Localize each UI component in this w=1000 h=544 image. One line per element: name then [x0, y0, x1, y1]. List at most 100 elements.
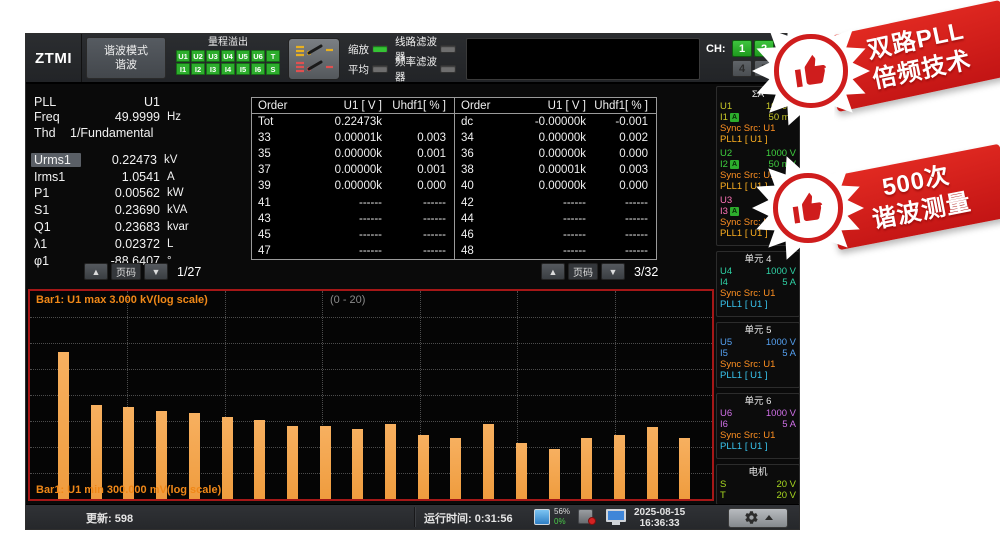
table-page-down-button[interactable]: ▼: [601, 263, 625, 280]
measurement-value: 0.00562: [84, 186, 160, 200]
table-cell: Tot: [252, 116, 302, 128]
table-cell: 34: [454, 130, 506, 146]
toggle-indicator: [440, 45, 456, 53]
table-cell: 41: [252, 197, 302, 209]
toggle-label[interactable]: 频率滤波器: [395, 54, 437, 84]
unit-pll-line: PLL1 [ U1 ]: [720, 441, 796, 452]
screenshot-stage: ZTMI 谐波模式 谐波 量程溢出 U1U2U3U4U5U6T I1I2I3I4…: [0, 0, 1000, 544]
measurement-label: Q1: [34, 220, 84, 234]
table-cell: 0.000: [594, 148, 656, 160]
channel-label: CH:: [706, 43, 726, 55]
table-row: 370.00000k0.001380.00001k0.003: [252, 162, 656, 178]
measurement-label: φ1: [34, 254, 84, 268]
unit-voltage-line: U21000 V: [720, 148, 796, 159]
settings-button[interactable]: [728, 508, 788, 528]
unit-sync-line: Sync Src: U1: [720, 123, 796, 134]
channel-button-4[interactable]: 4: [732, 60, 752, 77]
page-down-button[interactable]: ▼: [144, 263, 168, 280]
table-cell: 44: [454, 211, 506, 227]
measurement-unit: kV: [164, 154, 177, 166]
sidebar-block: 单元 6U61000 VI65 ASync Src: U1PLL1 [ U1 ]: [716, 393, 800, 459]
date-label: 2025-08-15: [634, 507, 685, 518]
table-header-cell: Uhdf1[ % ]: [594, 100, 656, 112]
left-pager: ▲ 页码 ▼ 1/27: [84, 263, 201, 280]
chart-range-label: (0 - 20): [330, 294, 365, 306]
range-indicator-i6: I6: [251, 63, 265, 75]
page-up-button[interactable]: ▲: [84, 263, 108, 280]
measurement-row: Q10.23683kvar: [34, 219, 238, 236]
table-cell: ------: [302, 197, 390, 209]
table-cell: 0.00001k: [506, 164, 594, 176]
table-header-row: OrderU1 [ V ]Uhdf1[ % ]OrderU1 [ V ]Uhdf…: [252, 98, 656, 114]
auto-range-badge: A: [730, 160, 739, 169]
unit-pll-line: PLL1 [ U1 ]: [720, 134, 796, 145]
wiring-switch-icon: [292, 42, 336, 76]
mode-tab-line1: 谐波模式: [104, 44, 148, 58]
table-cell: ------: [594, 213, 656, 225]
table-header-cell: Order: [454, 98, 506, 113]
toggle-label[interactable]: 平均: [348, 62, 369, 77]
table-cell: 0.00000k: [506, 148, 594, 160]
message-display-area: [466, 38, 700, 80]
sidebar-block-title: 电机: [720, 467, 796, 479]
storage-percent-bottom: 0%: [554, 517, 570, 527]
range-indicator-u1: U1: [176, 50, 190, 62]
table-cell: -0.00000k: [506, 116, 594, 128]
measurement-row: Irms11.0541A: [34, 168, 238, 185]
measurement-label[interactable]: Urms1: [31, 153, 81, 167]
table-cell: ------: [506, 229, 594, 241]
unit-sync-line: Sync Src: U1: [720, 288, 796, 299]
table-row: 41------------42------------: [252, 194, 656, 210]
measurement-label: PLL: [34, 95, 84, 109]
measurement-unit: L: [167, 238, 173, 250]
channel-button-1[interactable]: 1: [732, 40, 752, 57]
range-indicator-u4: U4: [221, 50, 235, 62]
table-page-up-button[interactable]: ▲: [541, 263, 565, 280]
harmonic-bar-order-6: [222, 417, 233, 499]
table-cell: 46: [454, 227, 506, 243]
toggle-label[interactable]: 缩放: [348, 42, 369, 57]
harmonic-bar-order-11: [385, 424, 396, 499]
measurement-row[interactable]: Urms10.22473kV: [34, 152, 238, 169]
harmonic-bar-order-20: [679, 438, 690, 499]
measurement-value: 1.0541: [84, 170, 160, 184]
table-row: 390.00000k0.000400.00000k0.000: [252, 178, 656, 194]
measurement-unit: kvar: [167, 221, 189, 233]
measurement-row: PLLU1: [34, 94, 238, 110]
unit-current-line: I45 A: [720, 277, 796, 288]
table-cell: ------: [302, 229, 390, 241]
status-bar: 更新: 598 运行时间: 0:31:56 56% 0% 2025-08-15 …: [26, 504, 799, 529]
table-cell: 36: [454, 146, 506, 162]
gridline-horizontal: [30, 395, 712, 396]
harmonic-bar-order-16: [549, 449, 560, 499]
table-row: Tot0.22473kdc-0.00000k-0.001: [252, 114, 656, 130]
filter-toggle-grid: 缩放线路滤波器平均频率滤波器: [348, 39, 460, 79]
table-cell: ------: [594, 245, 656, 257]
range-indicator-u6: U6: [251, 50, 265, 62]
table-cell: ------: [390, 197, 454, 209]
wiring-switch-button[interactable]: [288, 38, 340, 80]
sidebar-block: 电机S20 VT20 V: [716, 464, 800, 505]
toggle-indicator: [372, 45, 388, 53]
harmonic-bar-order-12: [418, 435, 429, 499]
gridline-horizontal: [30, 343, 712, 344]
range-indicator-u5: U5: [236, 50, 250, 62]
table-cell: 40: [454, 178, 506, 194]
sidebar-unit: U61000 VI65 ASync Src: U1PLL1 [ U1 ]: [720, 408, 796, 452]
table-cell: 0.003: [390, 132, 454, 144]
harmonic-bar-order-15: [516, 443, 527, 499]
table-cell: ------: [506, 197, 594, 209]
measurement-label: P1: [34, 186, 84, 200]
storage-percent-top: 56%: [554, 507, 570, 517]
table-cell: 35: [252, 148, 302, 160]
motor-line: S20 V: [720, 479, 796, 490]
harmonic-bar-order-8: [287, 426, 298, 499]
mode-tab[interactable]: 谐波模式 谐波: [86, 37, 166, 79]
table-cell: 43: [252, 213, 302, 225]
table-page-label: 页码: [568, 263, 598, 280]
starburst-shape: [752, 12, 870, 130]
sidebar-block-title: 单元 6: [720, 396, 796, 408]
measurement-label: Freq: [34, 110, 84, 124]
range-indicator-s: S: [266, 63, 280, 75]
storage-icon: [534, 509, 550, 525]
